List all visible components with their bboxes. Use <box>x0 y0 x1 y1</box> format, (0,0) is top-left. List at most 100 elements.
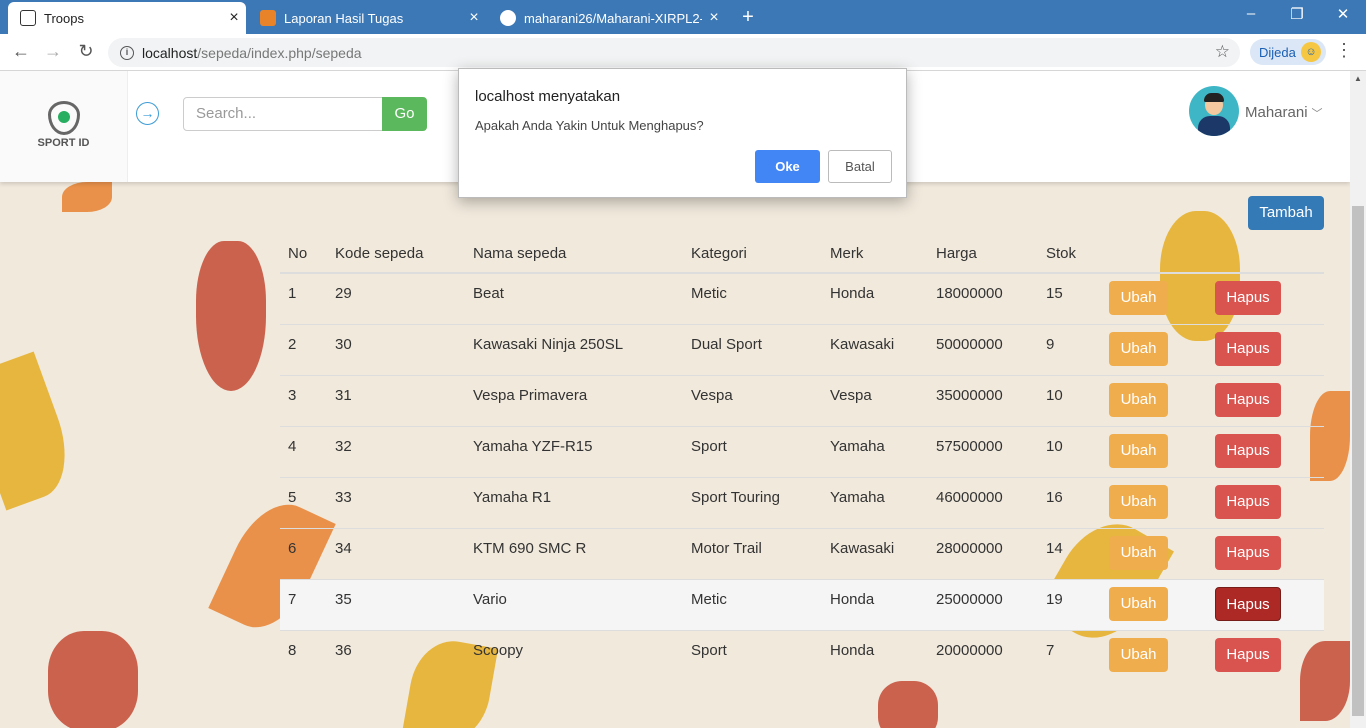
menu-kebab-icon[interactable]: ⋮ <box>1335 40 1353 61</box>
scrollbar-thumb[interactable] <box>1352 206 1364 716</box>
edit-button[interactable]: Ubah <box>1109 637 1168 672</box>
delete-button[interactable]: Hapus <box>1215 433 1281 468</box>
table-row: 6 34 KTM 690 SMC R Motor Trail Kawasaki 28000… <box>280 527 1324 579</box>
cell-nama: Yamaha YZF-R15 <box>465 425 683 477</box>
chevron-down-icon: ﹀ <box>1311 108 1323 120</box>
browser-tab-laporan[interactable]: Laporan Hasil Tugas × <box>248 2 486 34</box>
delete-button[interactable]: Hapus <box>1215 382 1281 417</box>
cell-no: 3 <box>280 374 327 426</box>
browser-tab-github[interactable]: maharani26/Maharani-XIRPL2-22 × <box>488 2 726 34</box>
restore-icon[interactable]: ❐ <box>1282 5 1312 23</box>
cell-stok: 10 <box>1038 374 1101 426</box>
sidebar-toggle-arrow-icon[interactable]: → <box>136 102 159 125</box>
cell-no: 7 <box>280 578 327 630</box>
close-tab-icon[interactable]: × <box>702 9 726 27</box>
cell-stok: 19 <box>1038 578 1101 630</box>
table-row: 4 32 Yamaha YZF-R15 Sport Yamaha 57500000 10 Ub… <box>280 425 1324 477</box>
cell-stok: 9 <box>1038 323 1101 375</box>
browser-tab-troops[interactable]: Troops × <box>8 2 246 34</box>
cell-edit: Ubah <box>1101 629 1207 681</box>
forward-arrow-icon[interactable]: → <box>41 41 65 62</box>
page-scrollbar[interactable]: ▲ <box>1350 71 1366 728</box>
cell-merk: Yamaha <box>822 476 928 528</box>
cell-kode: 33 <box>327 476 465 528</box>
table-row: 5 33 Yamaha R1 Sport Touring Yamaha 46000000 1… <box>280 476 1324 528</box>
cell-harga: 25000000 <box>928 578 1038 630</box>
cell-edit: Ubah <box>1101 272 1207 324</box>
table-row: 3 31 Vespa Primavera Vespa Vespa 35000000 10 Ub… <box>280 374 1324 426</box>
dialog-message: Apakah Anda Yakin Untuk Menghapus? <box>475 118 704 133</box>
brand-logo[interactable]: SPORT ID <box>0 71 128 182</box>
cell-delete: Hapus <box>1207 476 1324 528</box>
cell-stok: 14 <box>1038 527 1101 579</box>
profile-status: Dijeda <box>1259 44 1296 60</box>
column-header: Kategori <box>683 235 822 274</box>
edit-button[interactable]: Ubah <box>1109 433 1168 468</box>
close-tab-icon[interactable]: × <box>462 9 486 27</box>
minimize-icon[interactable]: – <box>1236 5 1266 22</box>
cell-delete: Hapus <box>1207 527 1324 579</box>
add-button[interactable]: Tambah <box>1248 196 1324 230</box>
reload-icon[interactable]: ↻ <box>74 41 98 62</box>
edit-button[interactable]: Ubah <box>1109 586 1168 621</box>
cell-harga: 50000000 <box>928 323 1038 375</box>
confirm-dialog: localhost menyatakan Apakah Anda Yakin U… <box>458 68 907 198</box>
cell-merk: Vespa <box>822 374 928 426</box>
delete-button[interactable]: Hapus <box>1215 331 1281 366</box>
edit-button[interactable]: Ubah <box>1109 484 1168 519</box>
column-header: No <box>280 235 327 274</box>
cell-no: 6 <box>280 527 327 579</box>
delete-button[interactable]: Hapus <box>1215 535 1281 570</box>
cell-delete: Hapus <box>1207 425 1324 477</box>
ok-button[interactable]: Oke <box>755 150 820 183</box>
search-go-button[interactable]: Go <box>382 97 427 131</box>
window-close-icon[interactable]: ✕ <box>1328 5 1358 23</box>
edit-button[interactable]: Ubah <box>1109 331 1168 366</box>
page-icon <box>20 10 36 26</box>
cancel-button[interactable]: Batal <box>828 150 892 183</box>
shield-logo-icon <box>47 101 80 135</box>
cell-kategori: Dual Sport <box>683 323 822 375</box>
tab-title: Troops <box>44 10 84 26</box>
delete-button[interactable]: Hapus <box>1215 586 1281 621</box>
cell-merk: Honda <box>822 272 928 324</box>
leaf-decoration <box>196 241 266 391</box>
search-input[interactable]: Search... <box>183 97 383 131</box>
edit-button[interactable]: Ubah <box>1109 281 1168 315</box>
github-icon <box>500 10 516 26</box>
edit-button[interactable]: Ubah <box>1109 382 1168 417</box>
bike-table: No Kode sepeda Nama sepeda Kategori Merk… <box>280 235 1324 681</box>
profile-paused-button[interactable]: Dijeda ☺ <box>1250 39 1326 65</box>
cell-nama: Vespa Primavera <box>465 374 683 426</box>
column-header <box>1101 235 1207 274</box>
column-header: Harga <box>928 235 1038 274</box>
cell-harga: 20000000 <box>928 629 1038 681</box>
scroll-up-icon[interactable]: ▲ <box>1354 74 1362 83</box>
classroom-icon <box>260 10 276 26</box>
cell-merk: Honda <box>822 578 928 630</box>
info-icon[interactable]: i <box>120 45 134 60</box>
table-row: 8 36 Scoopy Sport Honda 20000000 7 Ubah Hapus <box>280 629 1324 681</box>
user-menu[interactable]: Maharani ﹀ <box>1245 104 1323 121</box>
close-tab-icon[interactable]: × <box>222 9 246 27</box>
cell-kode: 29 <box>327 272 465 324</box>
new-tab-plus-icon[interactable]: + <box>737 6 759 29</box>
cell-edit: Ubah <box>1101 323 1207 375</box>
cell-no: 2 <box>280 323 327 375</box>
cell-kategori: Metic <box>683 578 822 630</box>
delete-button[interactable]: Hapus <box>1215 637 1281 672</box>
delete-button[interactable]: Hapus <box>1215 484 1281 519</box>
cell-edit: Ubah <box>1101 374 1207 426</box>
cell-kategori: Vespa <box>683 374 822 426</box>
delete-button[interactable]: Hapus <box>1215 281 1281 315</box>
cell-nama: Vario <box>465 578 683 630</box>
cell-nama: Beat <box>465 272 683 324</box>
tab-title: Laporan Hasil Tugas <box>284 10 404 26</box>
edit-button[interactable]: Ubah <box>1109 535 1168 570</box>
back-arrow-icon[interactable]: ← <box>9 41 33 62</box>
cell-merk: Kawasaki <box>822 323 928 375</box>
user-avatar[interactable] <box>1189 86 1239 136</box>
cell-kategori: Sport Touring <box>683 476 822 528</box>
address-bar[interactable]: i localhost /sepeda/index.php/sepeda ☆ <box>108 38 1240 67</box>
bookmark-star-icon[interactable]: ☆ <box>1215 42 1230 62</box>
